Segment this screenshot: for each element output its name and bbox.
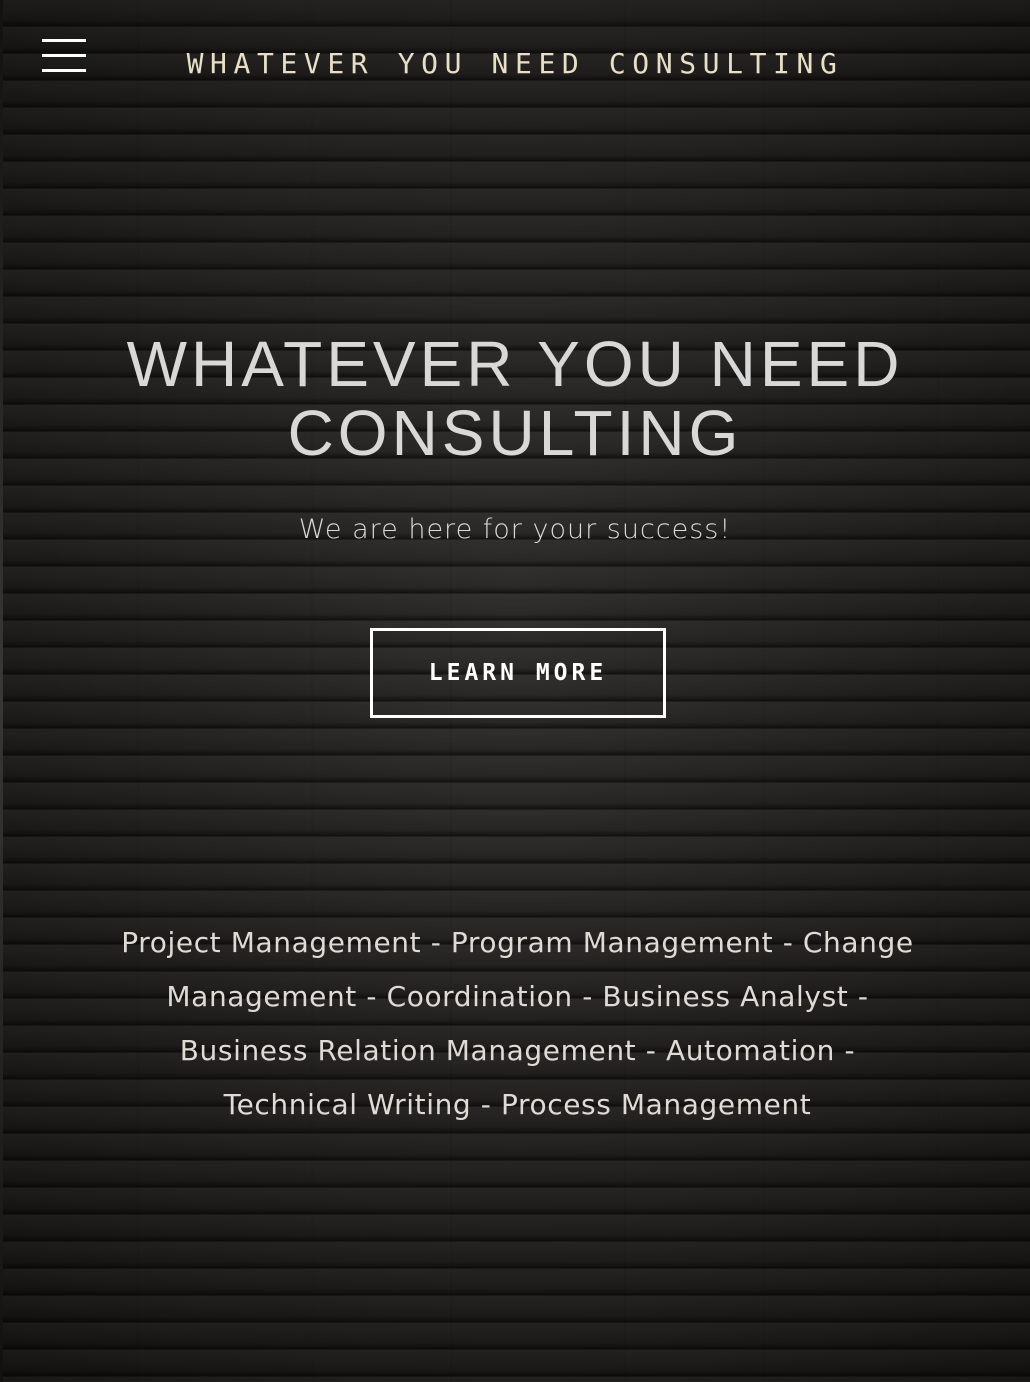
hero-title: WHATEVER YOU NEED CONSULTING [90,330,940,468]
page-edge [0,0,3,1382]
menu-bar [42,39,86,42]
learn-more-button[interactable]: LEARN MORE [370,628,666,718]
site-header: WHATEVER YOU NEED CONSULTING [0,0,1030,130]
hero-tagline: We are here for your success! [298,514,732,545]
services-list: Project Management - Program Management … [121,926,914,1121]
hero-title-line-1: WHATEVER YOU NEED [126,328,904,400]
site-title-link[interactable]: WHATEVER YOU NEED CONSULTING [0,44,1030,84]
hero-title-line-2: CONSULTING [287,397,743,469]
